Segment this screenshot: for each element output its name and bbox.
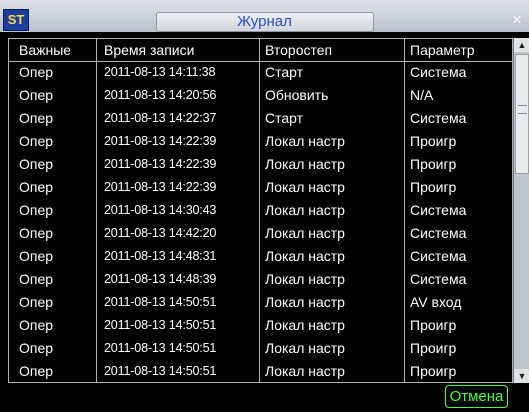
cell-parameter: Система (410, 271, 467, 287)
cell-subtype: Старт (265, 110, 304, 126)
cell-importance: Опер (19, 133, 54, 149)
cell-parameter: Система (410, 248, 467, 264)
cell-parameter: N/A (410, 87, 434, 103)
table-row[interactable]: Опер 2011-08-13 14:22:39 Локал настр Проигр (9, 176, 512, 199)
cell-parameter: Система (410, 225, 467, 241)
cell-importance: Опер (19, 156, 54, 172)
cell-importance: Опер (19, 225, 54, 241)
cell-importance: Опер (19, 202, 54, 218)
cell-subtype: Локал настр (265, 179, 345, 195)
cell-subtype: Локал настр (265, 317, 345, 333)
column-header-importance[interactable]: Важные (19, 39, 71, 62)
cell-parameter: AV вход (410, 294, 462, 310)
cell-parameter: Проигр (410, 156, 457, 172)
cell-time: 2011-08-13 14:48:39 (104, 272, 217, 286)
cell-time: 2011-08-13 14:50:51 (104, 364, 217, 378)
column-header-parameter[interactable]: Параметр (410, 39, 475, 62)
cell-subtype: Локал настр (265, 133, 345, 149)
column-header-subtype[interactable]: Второстеп (265, 39, 332, 62)
scroll-down-icon[interactable]: ▼ (514, 369, 529, 383)
cell-subtype: Локал настр (265, 156, 345, 172)
log-window: ST Журнал × Важные Время записи Второсте… (0, 0, 529, 412)
table-row[interactable]: Опер 2011-08-13 14:48:31 Локал настр Систем… (9, 245, 512, 268)
cell-parameter: Проигр (410, 133, 457, 149)
cell-importance: Опер (19, 248, 54, 264)
cell-time: 2011-08-13 14:22:37 (104, 111, 217, 125)
cell-time: 2011-08-13 14:22:39 (104, 134, 217, 148)
table-row[interactable]: Опер 2011-08-13 14:50:51 Локал настр Проигр (9, 360, 512, 383)
cell-subtype: Локал настр (265, 294, 345, 310)
column-header-time[interactable]: Время записи (104, 39, 194, 62)
cell-time: 2011-08-13 14:42:20 (104, 226, 217, 240)
footer-bar: Отмена (0, 383, 529, 412)
cell-time: 2011-08-13 14:48:31 (104, 249, 217, 263)
table-row[interactable]: Опер 2011-08-13 14:20:56 Обновить N/A (9, 84, 512, 107)
cell-subtype: Локал настр (265, 248, 345, 264)
cell-time: 2011-08-13 14:20:56 (104, 88, 217, 102)
cell-importance: Опер (19, 363, 54, 379)
table-row[interactable]: Опер 2011-08-13 14:22:37 Старт Система (9, 107, 512, 130)
title-bar: ST Журнал × (0, 0, 529, 32)
table-row[interactable]: Опер 2011-08-13 14:42:20 Локал настр Систем… (9, 222, 512, 245)
cell-subtype: Локал настр (265, 225, 345, 241)
cell-time: 2011-08-13 14:50:51 (104, 295, 217, 309)
cell-time: 2011-08-13 14:50:51 (104, 341, 217, 355)
cell-time: 2011-08-13 14:50:51 (104, 318, 217, 332)
vertical-scrollbar[interactable]: ▲ ▼ (513, 38, 529, 383)
cell-subtype: Локал настр (265, 340, 345, 356)
cell-parameter: Проигр (410, 317, 457, 333)
window-title: Журнал (237, 13, 292, 30)
cell-importance: Опер (19, 294, 54, 310)
cell-parameter: Система (410, 202, 467, 218)
table-row[interactable]: Опер 2011-08-13 14:22:39 Локал настр Проигр (9, 130, 512, 153)
table-row[interactable]: Опер 2011-08-13 14:48:39 Локал настр Систем… (9, 268, 512, 291)
cell-time: 2011-08-13 14:22:39 (104, 180, 217, 194)
log-table: Важные Время записи Второстеп Параметр О… (8, 38, 513, 383)
cell-subtype: Старт (265, 64, 304, 80)
table-row[interactable]: Опер 2011-08-13 14:11:38 Старт Система (9, 61, 512, 84)
table-row[interactable]: Опер 2011-08-13 14:50:51 Локал настр Проигр (9, 337, 512, 360)
cancel-button[interactable]: Отмена (445, 385, 508, 408)
close-icon[interactable]: × (507, 10, 527, 30)
cell-importance: Опер (19, 179, 54, 195)
cell-parameter: Проигр (410, 340, 457, 356)
cell-parameter: Проигр (410, 179, 457, 195)
cell-importance: Опер (19, 110, 54, 126)
table-row[interactable]: Опер 2011-08-13 14:50:51 Локал настр AV вхо… (9, 291, 512, 314)
cell-time: 2011-08-13 14:30:43 (104, 203, 217, 217)
cell-time: 2011-08-13 14:11:38 (104, 65, 216, 79)
cell-subtype: Локал настр (265, 202, 345, 218)
cell-importance: Опер (19, 87, 54, 103)
cell-subtype: Обновить (265, 87, 329, 103)
table-header: Важные Время записи Второстеп Параметр (9, 39, 512, 62)
table-row[interactable]: Опер 2011-08-13 14:22:39 Локал настр Проигр (9, 153, 512, 176)
cell-parameter: Система (410, 110, 467, 126)
table-row[interactable]: Опер 2011-08-13 14:30:43 Локал настр Систем… (9, 199, 512, 222)
grip-icon (518, 105, 527, 114)
table-row[interactable]: Опер 2011-08-13 14:50:51 Локал настр Проигр (9, 314, 512, 337)
scroll-up-icon[interactable]: ▲ (514, 38, 529, 52)
cell-importance: Опер (19, 64, 54, 80)
cell-importance: Опер (19, 317, 54, 333)
cell-importance: Опер (19, 340, 54, 356)
cell-subtype: Локал настр (265, 363, 345, 379)
cell-parameter: Система (410, 64, 467, 80)
scroll-thumb[interactable] (515, 54, 529, 174)
cell-time: 2011-08-13 14:22:39 (104, 157, 217, 171)
cell-parameter: Проигр (410, 363, 457, 379)
cell-subtype: Локал настр (265, 271, 345, 287)
cell-importance: Опер (19, 271, 54, 287)
